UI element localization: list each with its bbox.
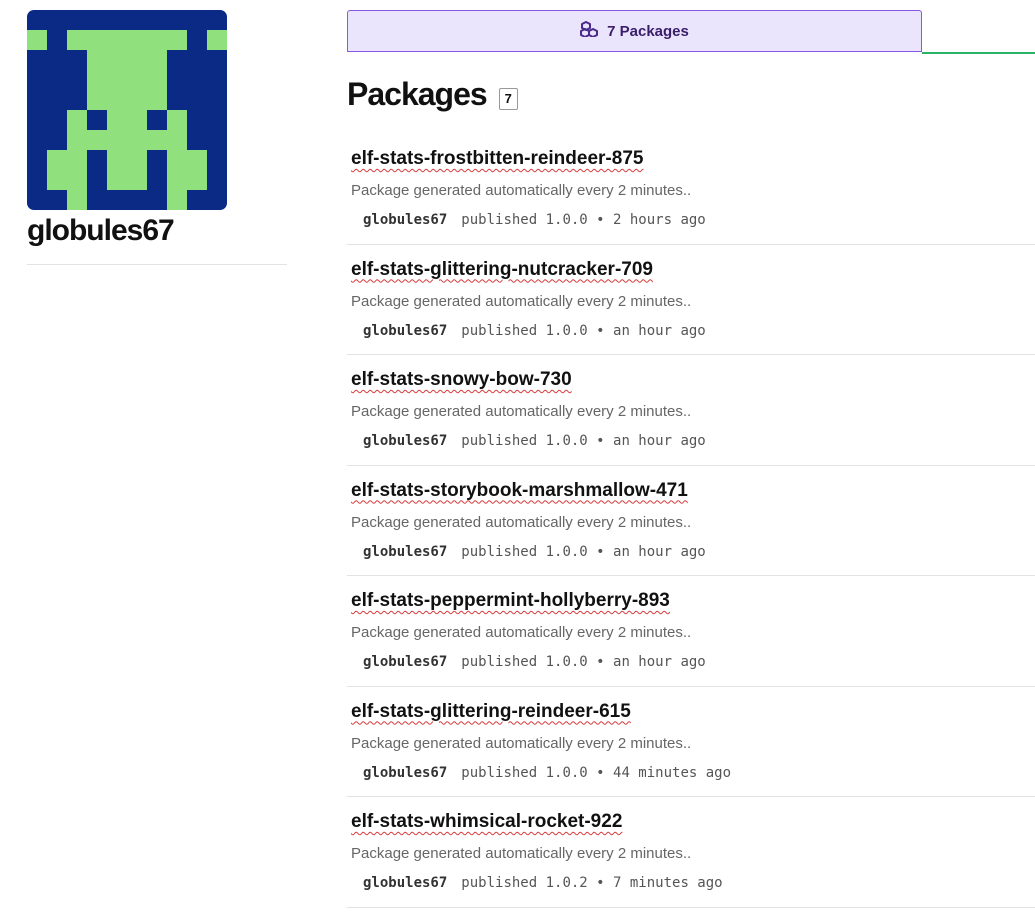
page-title: Packages — [347, 76, 488, 112]
package-count-badge: 7 — [498, 87, 518, 110]
package-meta: globules67 published 1.0.2 • 7 minutes ag… — [363, 875, 723, 891]
packages-heading: Packages 7 — [347, 76, 518, 113]
package-meta: globules67 published 1.0.0 • 44 minutes a… — [363, 765, 731, 781]
package-author-link[interactable]: globules67 — [363, 875, 447, 891]
tab-underline — [922, 52, 1035, 54]
package-name-link[interactable]: elf-stats-frostbitten-reindeer-875 — [351, 148, 643, 170]
package-publish-info: published 1.0.0 • an hour ago — [461, 322, 706, 339]
package-meta: globules67 published 1.0.0 • an hour ago — [363, 544, 706, 560]
package-description: Package generated automatically every 2 … — [351, 182, 692, 199]
package-author-link[interactable]: globules67 — [363, 212, 447, 228]
package-list-item: elf-stats-snowy-bow-730 Package generated… — [347, 355, 1035, 466]
profile-sidebar: globules67 — [27, 10, 287, 265]
tab-packages-label: 7 Packages — [607, 22, 689, 40]
package-author-link[interactable]: globules67 — [363, 654, 447, 670]
package-author-link[interactable]: globules67 — [363, 544, 447, 560]
package-name-link[interactable]: elf-stats-glittering-nutcracker-709 — [351, 259, 653, 281]
package-description: Package generated automatically every 2 … — [351, 624, 692, 641]
package-meta: globules67 published 1.0.0 • 2 hours ago — [363, 212, 706, 228]
package-name-link[interactable]: elf-stats-glittering-reindeer-615 — [351, 701, 631, 723]
package-description: Package generated automatically every 2 … — [351, 734, 692, 752]
package-meta: globules67 published 1.0.0 • an hour ago — [363, 433, 706, 449]
package-list-item: elf-stats-whimsical-rocket-922 Package ge… — [347, 797, 1035, 908]
package-meta: globules67 published 1.0.0 • an hour ago — [363, 323, 706, 339]
package-publish-info: published 1.0.0 • an hour ago — [461, 654, 706, 670]
avatar[interactable] — [27, 10, 227, 210]
packages-icon — [580, 20, 599, 42]
package-list-item: elf-stats-glittering-nutcracker-709 Packa… — [347, 245, 1035, 355]
package-name-link[interactable]: elf-stats-whimsical-rocket-922 — [351, 811, 622, 833]
package-name-link[interactable]: elf-stats-peppermint-hollyberry-893 — [351, 590, 670, 612]
package-author-link[interactable]: globules67 — [363, 323, 447, 339]
package-list-item: elf-stats-storybook-marshmallow-471 Packa… — [347, 466, 1035, 576]
package-list: elf-stats-frostbitten-reindeer-875 Packag… — [347, 134, 1035, 908]
package-author-link[interactable]: globules67 — [363, 433, 447, 449]
identicon-image — [27, 10, 227, 210]
package-meta: globules67 published 1.0.0 • an hour ago — [363, 654, 706, 670]
username: globules67 — [27, 214, 287, 265]
package-list-item: elf-stats-glittering-reindeer-615 Package… — [347, 687, 1035, 797]
package-publish-info: published 1.0.0 • 44 minutes ago — [461, 764, 732, 781]
package-publish-info: published 1.0.0 • 2 hours ago — [461, 212, 706, 228]
package-publish-info: published 1.0.2 • 7 minutes ago — [461, 875, 723, 891]
package-name-link[interactable]: elf-stats-snowy-bow-730 — [351, 369, 572, 391]
package-list-item: elf-stats-peppermint-hollyberry-893 Packa… — [347, 576, 1035, 687]
tab-packages[interactable]: 7 Packages — [347, 10, 922, 52]
package-description: Package generated automatically every 2 … — [351, 292, 692, 310]
package-author-link[interactable]: globules67 — [363, 765, 447, 781]
package-description: Package generated automatically every 2 … — [351, 845, 692, 862]
package-publish-info: published 1.0.0 • an hour ago — [461, 433, 706, 449]
package-description: Package generated automatically every 2 … — [351, 403, 692, 420]
package-publish-info: published 1.0.0 • an hour ago — [461, 543, 706, 560]
package-list-item: elf-stats-frostbitten-reindeer-875 Packag… — [347, 134, 1035, 245]
package-description: Package generated automatically every 2 … — [351, 513, 692, 531]
package-name-link[interactable]: elf-stats-storybook-marshmallow-471 — [351, 480, 688, 502]
